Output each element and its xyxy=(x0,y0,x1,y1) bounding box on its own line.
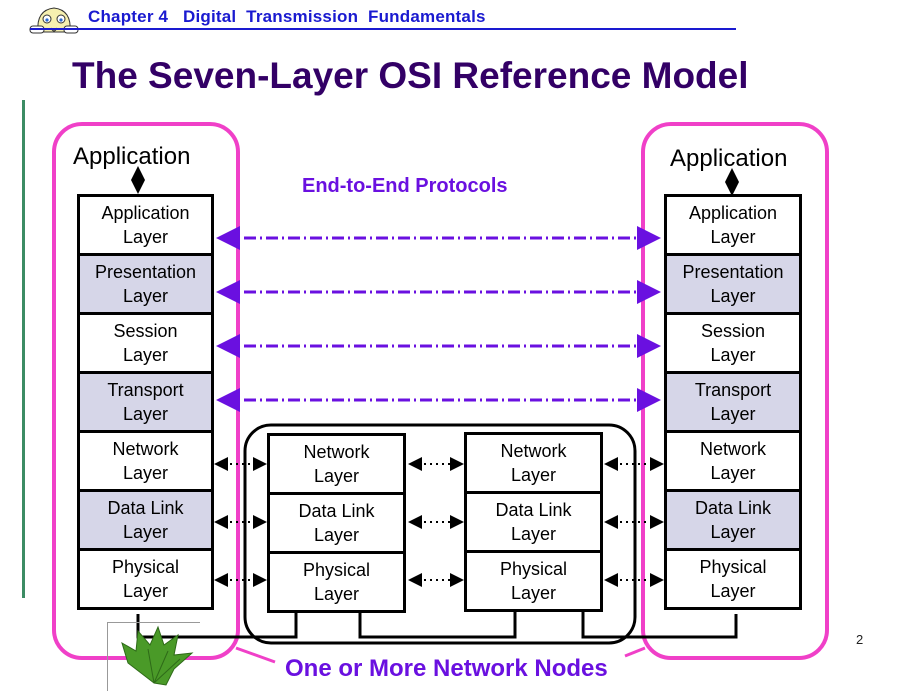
layer-name: Network xyxy=(699,439,766,459)
layer-suffix: Layer xyxy=(710,581,756,601)
layer-suffix: Layer xyxy=(122,345,168,365)
layer-suffix: Layer xyxy=(122,227,169,247)
layer-suffix: Layer xyxy=(122,404,168,424)
layer-suffix: Layer xyxy=(313,525,359,545)
layer-suffix: Layer xyxy=(122,581,169,601)
layer-suffix: Layer xyxy=(313,584,360,604)
layer-suffix: Layer xyxy=(510,583,557,603)
layer-suffix: Layer xyxy=(710,227,756,247)
layer-name: Data Link xyxy=(495,500,572,520)
layer-suffix: Layer xyxy=(510,465,556,485)
callout-line-right xyxy=(624,646,646,658)
layer-name: Transport xyxy=(694,380,772,400)
node2-data-link-layer: Data Link Layer xyxy=(464,491,603,553)
left-transport-layer: Transport Layer xyxy=(77,371,214,433)
layer-suffix: Layer xyxy=(710,286,756,306)
physical-link-2 xyxy=(358,612,517,639)
layer-name: Data Link xyxy=(298,501,375,521)
right-application-layer: Application Layer xyxy=(664,194,802,256)
layer-name: Data Link xyxy=(107,498,184,518)
layer-suffix: Layer xyxy=(122,463,168,483)
layer-name: Presentation xyxy=(682,262,784,282)
node2-physical-layer: Physical Layer xyxy=(464,550,603,612)
layer-suffix: Layer xyxy=(313,466,359,486)
callout-line-left xyxy=(235,646,276,664)
left-session-layer: Session Layer xyxy=(77,312,214,374)
network-nodes-label: One or More Network Nodes xyxy=(285,655,608,682)
left-application-layer: Application Layer xyxy=(77,194,214,256)
node1-network-layer: Network Layer xyxy=(267,433,406,495)
layer-name: Application xyxy=(101,203,190,223)
right-presentation-layer: Presentation Layer xyxy=(664,253,802,315)
left-network-layer: Network Layer xyxy=(77,430,214,492)
right-network-layer: Network Layer xyxy=(664,430,802,492)
layer-name: Session xyxy=(700,321,766,341)
left-application-label: Application xyxy=(73,143,191,170)
node2-network-layer: Network Layer xyxy=(464,432,603,494)
right-transport-layer: Transport Layer xyxy=(664,371,802,433)
layer-name: Presentation xyxy=(94,262,197,282)
right-application-label: Application xyxy=(670,145,788,172)
layer-name: Application xyxy=(688,203,778,223)
layer-name: Physical xyxy=(111,557,180,577)
node1-data-link-layer: Data Link Layer xyxy=(267,492,406,554)
left-presentation-layer: Presentation Layer xyxy=(77,253,214,315)
page-number: 2 xyxy=(856,632,864,647)
layer-suffix: Layer xyxy=(710,404,756,424)
end-to-end-protocols-label: End-to-End Protocols xyxy=(302,175,508,197)
left-physical-layer: Physical Layer xyxy=(77,548,214,610)
layer-name: Physical xyxy=(699,557,767,577)
layer-suffix: Layer xyxy=(122,522,168,542)
layer-suffix: Layer xyxy=(510,524,556,544)
layer-name: Network xyxy=(303,442,370,462)
layer-name: Physical xyxy=(499,559,568,579)
layer-name: Network xyxy=(112,439,179,459)
layer-name: Transport xyxy=(107,380,184,400)
physical-link-3 xyxy=(581,612,738,639)
layer-name: Physical xyxy=(302,560,371,580)
right-session-layer: Session Layer xyxy=(664,312,802,374)
right-data-link-layer: Data Link Layer xyxy=(664,489,802,551)
layer-name: Session xyxy=(113,321,178,341)
layer-suffix: Layer xyxy=(710,522,756,542)
layer-name: Network xyxy=(500,441,567,461)
layer-name: Data Link xyxy=(694,498,772,518)
leaf-icon xyxy=(107,622,200,691)
left-data-link-layer: Data Link Layer xyxy=(77,489,214,551)
node1-physical-layer: Physical Layer xyxy=(267,551,406,613)
layer-suffix: Layer xyxy=(710,463,756,483)
right-physical-layer: Physical Layer xyxy=(664,548,802,610)
layer-suffix: Layer xyxy=(710,345,756,365)
layer-suffix: Layer xyxy=(122,286,168,306)
